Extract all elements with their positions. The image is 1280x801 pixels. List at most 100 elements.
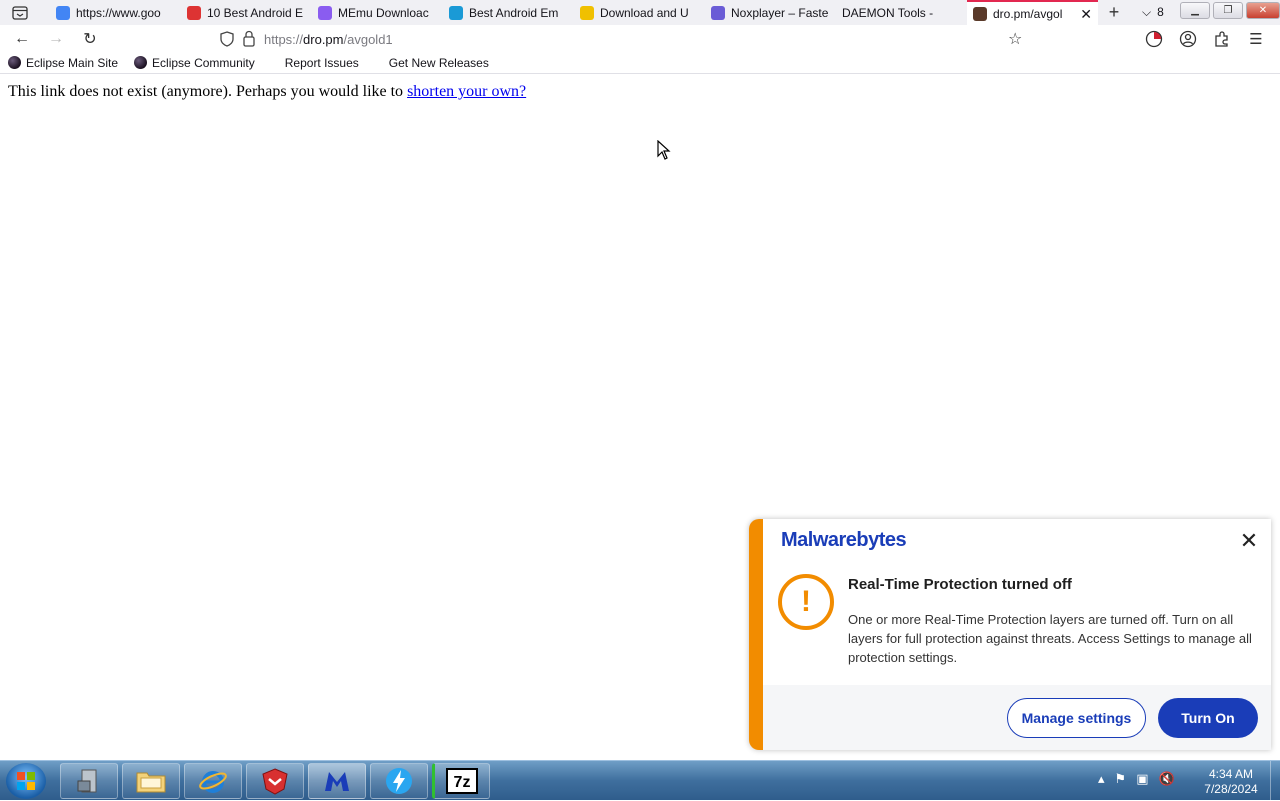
bookmark-item[interactable]: Eclipse Community — [126, 56, 255, 70]
taskbar-security-app[interactable] — [246, 763, 304, 799]
close-tab-icon[interactable]: ✕ — [1080, 6, 1092, 23]
close-notification-button[interactable]: ✕ — [1237, 528, 1261, 553]
forward-arrow-icon: → — [48, 30, 64, 47]
bookmark-star-icon[interactable]: ☆ — [1008, 29, 1022, 49]
server-manager-icon — [77, 769, 97, 793]
taskbar-daemon-tools[interactable] — [370, 763, 428, 799]
windows-logo-icon — [17, 772, 35, 790]
back-arrow-icon: ← — [14, 30, 30, 47]
taskbar-internet-explorer[interactable] — [184, 763, 242, 799]
toolbar-icons: ☰ — [1144, 30, 1266, 48]
tab-title: dro.pm/avgol — [993, 6, 1063, 21]
tab-6[interactable]: Noxplayer – Faste — [705, 0, 836, 25]
account-icon[interactable] — [1178, 30, 1198, 48]
bookmark-item[interactable]: Eclipse Main Site — [0, 56, 118, 70]
extensions-icon[interactable] — [1212, 30, 1232, 48]
svg-text:7z: 7z — [454, 774, 471, 791]
nox-icon — [711, 5, 725, 20]
show-hidden-icons-button[interactable]: ▴ — [1098, 771, 1105, 787]
seven-zip-icon: 7z — [446, 768, 478, 794]
tab-title: Noxplayer – Faste — [731, 5, 829, 20]
bookmarks-toolbar: Eclipse Main Site Eclipse Community Report… — [0, 52, 1280, 74]
taskbar: 7z ▴ ⚑ ▣ 🔇 4:34 AM 7/28/2024 — [0, 760, 1280, 801]
reload-icon: ↻ — [83, 31, 97, 48]
manage-settings-button[interactable]: Manage settings — [1007, 698, 1146, 738]
url-host: dro.pm — [303, 32, 344, 47]
tab-overflow[interactable]: ⌵ 8 — [1142, 5, 1164, 20]
clock[interactable]: 4:34 AM 7/28/2024 — [1196, 767, 1266, 797]
warning-icon: ! — [778, 574, 834, 630]
action-center-flag-icon[interactable]: ⚑ — [1115, 771, 1127, 787]
bookmark-label: Report Issues — [284, 55, 359, 70]
minimize-button[interactable]: ▁ — [1180, 2, 1210, 19]
url-bar[interactable]: https://dro.pm/avgold1 ☆ — [212, 27, 1036, 51]
bookmark-item[interactable]: Report Issues — [277, 56, 359, 70]
restore-button[interactable]: ❐ — [1213, 2, 1243, 19]
url-path: /avgold1 — [343, 32, 393, 47]
taskbar-server-manager[interactable] — [60, 763, 118, 799]
shield-icon[interactable] — [220, 31, 234, 47]
back-button[interactable]: ← — [10, 28, 34, 50]
tab-1[interactable]: https://www.goo — [50, 0, 181, 25]
new-tab-button[interactable]: + — [1104, 2, 1124, 23]
chevron-down-icon: ⌵ — [1142, 5, 1152, 19]
tab-list-icon — [12, 5, 28, 20]
tab-3[interactable]: MEmu Downloac — [312, 0, 443, 25]
tab-list-button[interactable] — [0, 0, 40, 25]
notification-body: One or more Real-Time Protection layers … — [848, 612, 1252, 665]
tab-title: MEmu Downloac — [338, 5, 429, 20]
close-icon: ✕ — [1239, 528, 1259, 553]
url-text[interactable]: https://dro.pm/avgold1 — [264, 32, 393, 47]
taskbar-explorer[interactable] — [122, 763, 180, 799]
site-icon — [449, 5, 463, 20]
tab-5[interactable]: Download and U — [574, 0, 705, 25]
taskbar-malwarebytes[interactable] — [308, 763, 366, 799]
tab-2[interactable]: 10 Best Android E — [181, 0, 312, 25]
eclipse-icon — [8, 56, 21, 69]
bookmark-item[interactable]: Get New Releases — [381, 56, 489, 70]
tab-8[interactable]: dro.pm/avgol ✕ — [967, 0, 1098, 25]
mouse-cursor-icon — [657, 140, 671, 160]
internet-explorer-icon — [199, 771, 227, 793]
google-icon — [56, 5, 70, 20]
notification-actions: Manage settings Turn On — [763, 685, 1271, 750]
not-found-message: This link does not exist (anymore). Perh… — [8, 83, 526, 101]
forward-button[interactable]: → — [44, 28, 68, 50]
close-window-button[interactable]: ✕ — [1246, 2, 1280, 19]
tab-4[interactable]: Best Android Em — [443, 0, 574, 25]
taskbar-7zip[interactable]: 7z — [432, 763, 490, 799]
clock-time: 4:34 AM — [1208, 767, 1254, 781]
malwarebytes-icon — [325, 772, 349, 791]
window-controls: ▁ ❐ ✕ — [1180, 2, 1280, 19]
bookmark-label: Eclipse Main Site — [26, 55, 119, 70]
malwarebytes-logo: Malwarebytes — [781, 529, 907, 551]
url-prefix: https:// — [264, 32, 304, 47]
tab-7[interactable]: DAEMON Tools - — [836, 0, 967, 25]
lightning-icon — [386, 768, 412, 794]
site-icon — [973, 6, 987, 21]
eclipse-icon — [134, 56, 148, 69]
site-icon — [580, 5, 594, 20]
bookmark-label: Get New Releases — [388, 55, 489, 70]
site-icon — [187, 5, 201, 20]
tab-count: 8 — [1157, 5, 1164, 19]
menu-icon[interactable]: ☰ — [1246, 30, 1266, 48]
tab-title: https://www.goo — [76, 5, 161, 20]
network-icon[interactable]: ▣ — [1136, 771, 1148, 787]
volume-muted-icon[interactable]: 🔇 — [1158, 771, 1174, 787]
notification-heading: Real-Time Protection turned off — [848, 576, 1072, 593]
memu-icon — [318, 5, 332, 20]
shorten-link[interactable]: shorten your own? — [407, 83, 526, 100]
folder-icon — [136, 772, 166, 793]
bookmark-label: Eclipse Community — [152, 55, 255, 70]
turn-on-button[interactable]: Turn On — [1158, 698, 1258, 738]
tab-title: DAEMON Tools - — [842, 5, 934, 20]
start-button[interactable] — [6, 763, 46, 799]
extension-timer-icon[interactable] — [1144, 30, 1164, 48]
show-desktop-button[interactable] — [1270, 761, 1280, 801]
lock-icon[interactable] — [242, 30, 256, 47]
malwarebytes-notification: Malwarebytes ✕ ! Real-Time Protection tu… — [749, 519, 1271, 750]
clock-date: 7/28/2024 — [1204, 782, 1258, 796]
reload-button[interactable]: ↻ — [78, 28, 102, 50]
tab-title: Best Android Em — [469, 5, 559, 20]
